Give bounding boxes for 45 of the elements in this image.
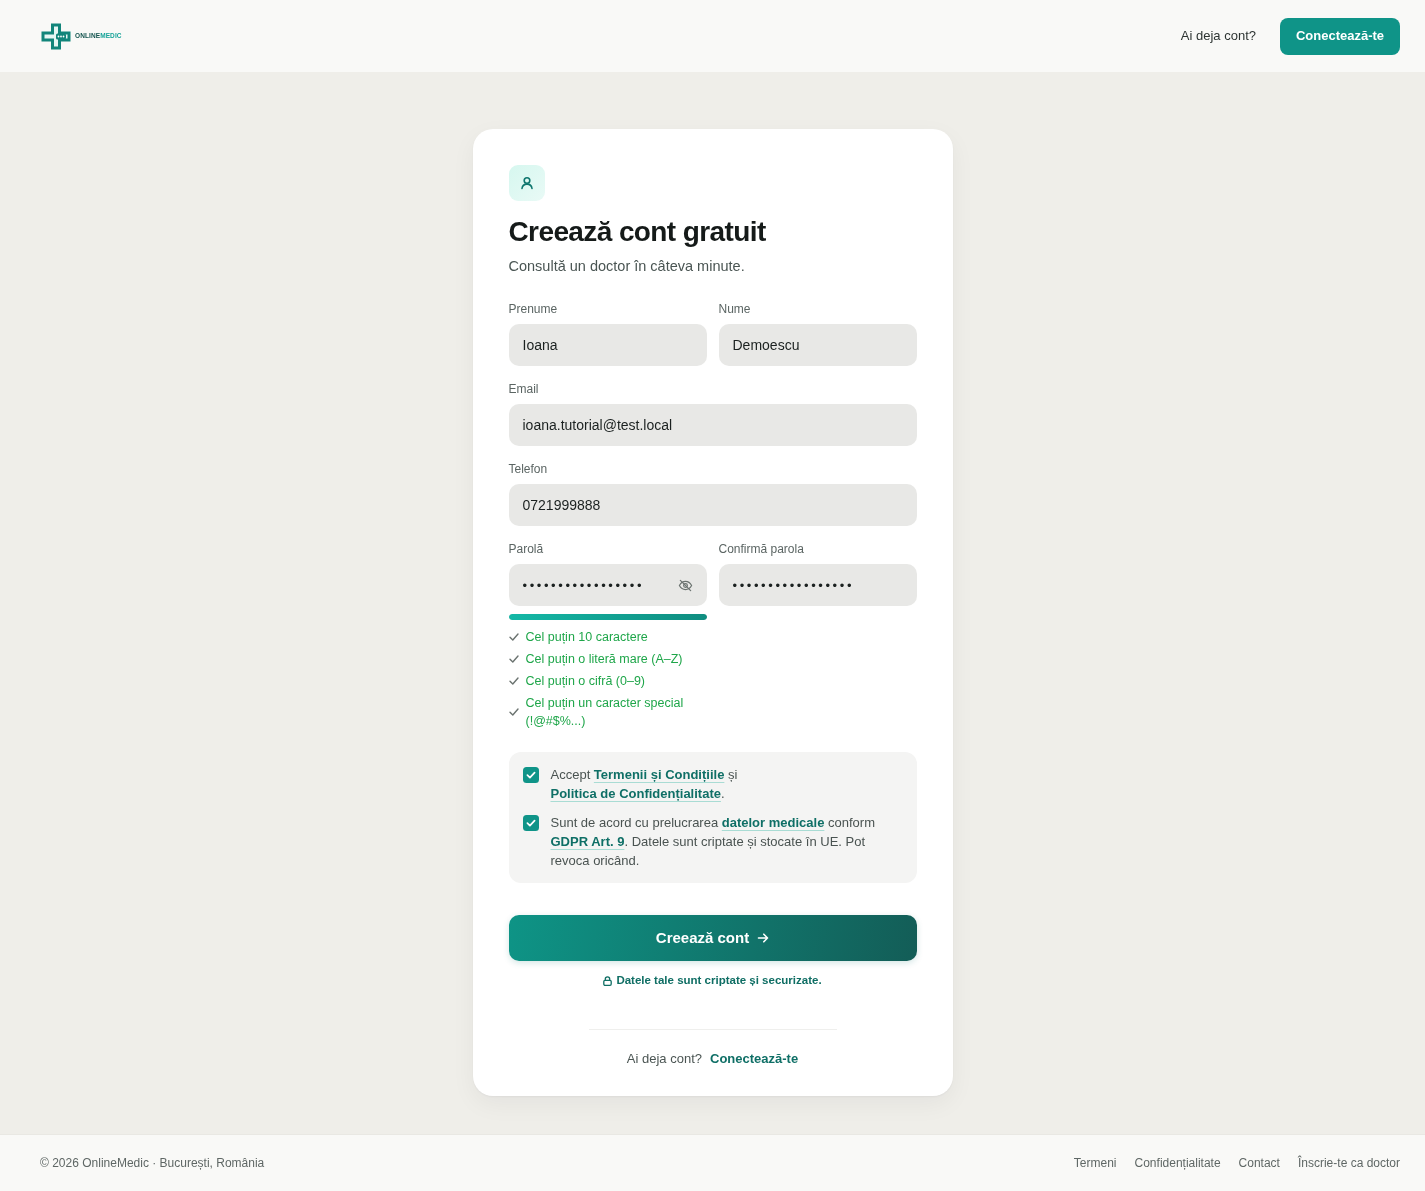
- footer-link[interactable]: Termeni: [1073, 1154, 1117, 1172]
- requirement-text: Cel puțin 10 caractere: [525, 629, 648, 646]
- user-icon: [508, 165, 545, 201]
- checkbox[interactable]: [522, 815, 539, 831]
- field-label: Prenume: [508, 301, 559, 317]
- field-label: Telefon: [508, 461, 549, 477]
- account-prompt: Ai deja cont?: [626, 1050, 702, 1069]
- consent-link[interactable]: Termenii și Condițiile: [593, 767, 725, 782]
- consent-text: Accept Termenii și Condițiile și Politica de Confidențialitate.: [550, 766, 739, 803]
- login-link[interactable]: Conectează-te: [710, 1050, 799, 1069]
- input-field[interactable]: ioana.tutorial@test.local: [508, 404, 917, 446]
- field-label: Parolă: [508, 541, 545, 557]
- check-icon: [508, 677, 519, 685]
- consent-link[interactable]: datelor medicale: [721, 815, 825, 830]
- input-field[interactable]: Demoescu: [718, 324, 917, 366]
- requirement-text: Cel puțin o cifră (0–9): [525, 673, 645, 690]
- check-icon: [508, 708, 519, 716]
- copyright-text: © 2026 OnlineMedic · București, România: [40, 1155, 265, 1172]
- eye-slash-icon[interactable]: [677, 577, 693, 593]
- password-field[interactable]: •••••••••••••••••: [508, 564, 707, 606]
- requirement-text: Cel puțin o literă mare (A–Z): [525, 651, 683, 668]
- input-field[interactable]: 0721999888: [508, 484, 917, 526]
- consent-link[interactable]: Politica de Confidențialitate: [550, 786, 721, 801]
- arrow-right-icon: [757, 932, 770, 944]
- form-title: Creează cont gratuit: [508, 215, 767, 249]
- login-button[interactable]: Conectează-te: [1280, 17, 1400, 55]
- footer-link[interactable]: Înscrie-te ca doctor: [1297, 1154, 1400, 1172]
- checkbox[interactable]: [522, 767, 539, 783]
- input-field[interactable]: Ioana: [508, 324, 707, 366]
- check-icon: [508, 633, 519, 641]
- form-subtitle: Consultă un doctor în câteva minute.: [508, 257, 746, 275]
- field-label: Nume: [718, 301, 752, 317]
- field-label: Confirmă parola: [718, 541, 805, 557]
- password-field[interactable]: •••••••••••••••••: [718, 564, 917, 606]
- footer-link[interactable]: Contact: [1238, 1154, 1280, 1172]
- consent-text: Sunt de acord cu prelucrarea datelor medicale conform GDPR Art. 9. Datele sunt criptate și stocate în UE. Pot revoca oricând.: [550, 814, 876, 870]
- requirement-text: Cel puțin un caracter special (!@#$%...): [525, 695, 685, 730]
- footer-link[interactable]: Confidențialitate: [1134, 1154, 1221, 1172]
- cross-logo-icon[interactable]: [41, 22, 71, 50]
- security-note: Datele tale sunt criptate și securizate.: [616, 973, 822, 988]
- account-prompt: Ai deja cont?: [1180, 27, 1256, 46]
- field-label: Email: [508, 381, 540, 397]
- lock-icon: [603, 975, 613, 986]
- check-icon: [508, 655, 519, 663]
- create-account-button[interactable]: Creează cont: [508, 915, 917, 961]
